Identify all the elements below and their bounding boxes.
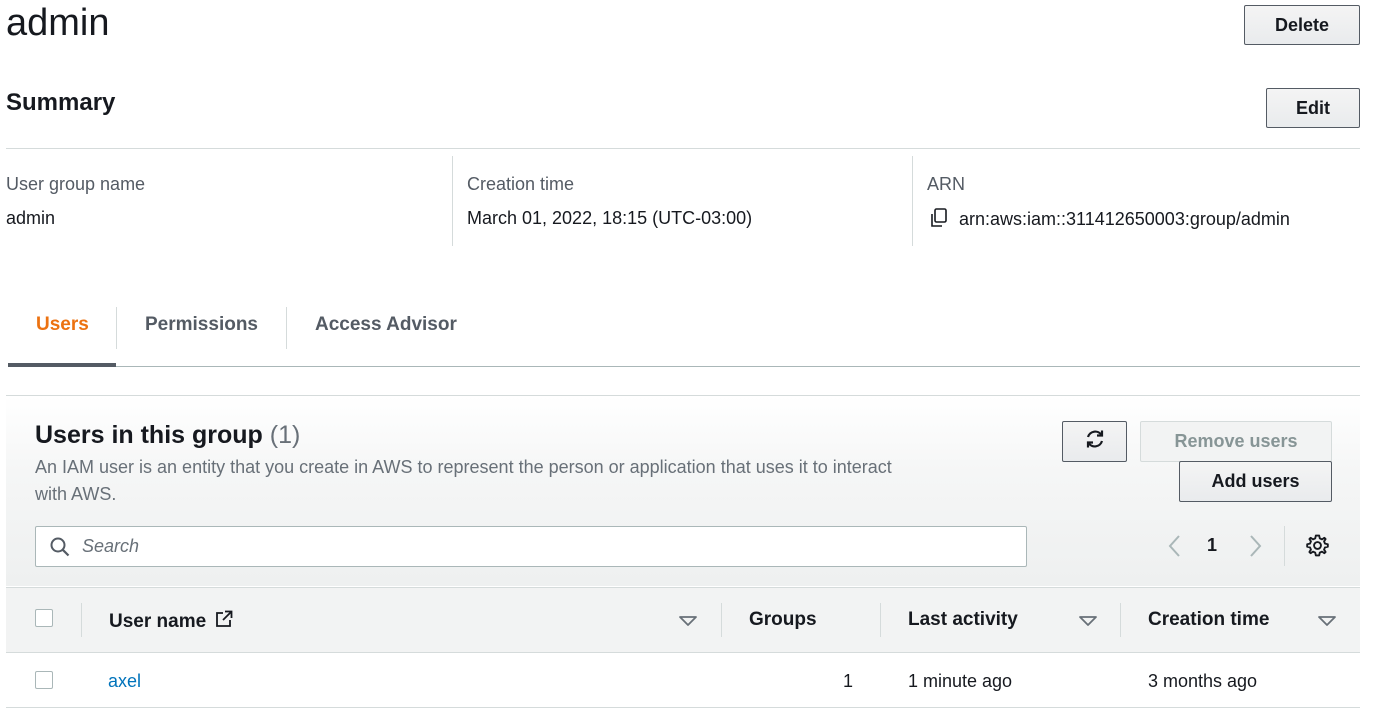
search-field[interactable] <box>35 526 1027 567</box>
pager-divider <box>1284 526 1285 566</box>
column-header-groups[interactable]: Groups <box>749 609 817 631</box>
copy-icon[interactable] <box>928 207 950 229</box>
panel-title: Users in this group (1) <box>35 421 300 450</box>
refresh-button[interactable] <box>1062 421 1127 462</box>
page-title: admin <box>6 2 110 44</box>
select-all-checkbox[interactable] <box>35 609 53 627</box>
user-group-name-label: User group name <box>6 174 146 194</box>
column-divider <box>880 603 881 637</box>
user-group-name-value: admin <box>6 208 56 228</box>
refresh-icon <box>1084 428 1106 455</box>
external-link-icon <box>214 609 234 635</box>
panel-description: An IAM user is an entity that you create… <box>35 457 892 504</box>
chevron-left-icon[interactable] <box>1164 532 1186 560</box>
panel-title-text: Users in this group <box>35 421 263 449</box>
arn-value: arn:aws:iam::311412650003:group/admin <box>959 209 1290 229</box>
row-checkbox[interactable] <box>35 671 53 689</box>
tab-permissions[interactable]: Permissions <box>145 314 258 336</box>
search-icon <box>50 537 70 557</box>
creation-time-value: March 01, 2022, 18:15 (UTC-03:00) <box>467 208 753 228</box>
column-header-creation-time[interactable]: Creation time <box>1148 609 1269 631</box>
tabs-divider <box>8 366 1360 367</box>
creation-time-label: Creation time <box>467 174 575 194</box>
settings-gear-icon[interactable] <box>1305 533 1330 558</box>
summary-title: Summary <box>6 89 116 116</box>
sort-caret-down-icon[interactable] <box>678 614 698 626</box>
current-page[interactable]: 1 <box>1207 535 1217 556</box>
tab-divider <box>116 307 117 349</box>
sort-caret-down-icon[interactable] <box>1078 614 1098 626</box>
last-activity-cell: 1 minute ago <box>908 671 1013 691</box>
column-header-user-name[interactable]: User name <box>109 609 234 635</box>
delete-button[interactable]: Delete <box>1244 5 1360 45</box>
summary-divider <box>6 148 1360 149</box>
column-divider <box>721 603 722 637</box>
user-name-link[interactable]: axel <box>108 671 141 692</box>
tab-divider <box>286 307 287 349</box>
creation-time-cell: 3 months ago <box>1148 671 1258 691</box>
column-header-last-activity[interactable]: Last activity <box>908 609 1018 631</box>
tab-users[interactable]: Users <box>36 314 89 336</box>
remove-users-button[interactable]: Remove users <box>1140 421 1332 462</box>
column-label: User name <box>109 611 207 632</box>
edit-button[interactable]: Edit <box>1266 88 1360 128</box>
tab-access-advisor[interactable]: Access Advisor <box>315 314 457 336</box>
groups-cell: 1 <box>843 671 854 691</box>
active-tab-indicator <box>8 363 116 367</box>
sort-caret-down-icon[interactable] <box>1317 614 1337 626</box>
chevron-right-icon[interactable] <box>1244 532 1266 560</box>
arn-label: ARN <box>927 174 966 194</box>
user-count: (1) <box>269 421 301 449</box>
column-divider <box>1120 603 1121 637</box>
add-users-button[interactable]: Add users <box>1179 461 1332 502</box>
search-input[interactable] <box>82 527 1012 566</box>
column-divider <box>81 603 82 637</box>
column-divider <box>912 156 913 246</box>
column-divider <box>452 156 453 246</box>
